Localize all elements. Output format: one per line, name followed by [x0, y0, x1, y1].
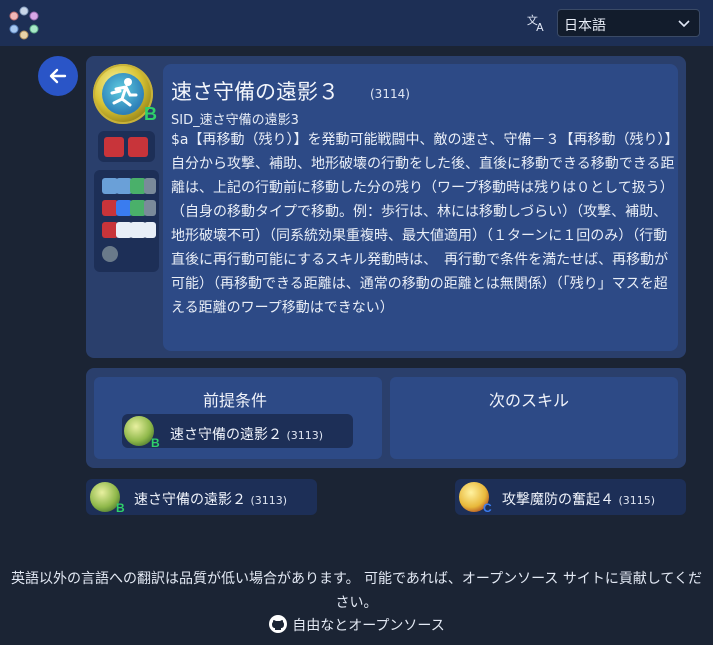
orbs-logo-icon[interactable]	[6, 5, 42, 41]
open-source-link[interactable]: 自由なとオープンソース	[0, 614, 713, 635]
running-figure-icon	[110, 78, 138, 107]
slot-badge: B	[151, 436, 160, 450]
bow-icon	[144, 200, 156, 216]
skill-link-id: (3113)	[250, 494, 288, 507]
translation-note: 英語以外の言語への翻訳は品質が低い場合があります。 可能であれば、オープンソース…	[11, 571, 702, 611]
skill-sid: SID_速さ守備の遠影3	[171, 113, 299, 128]
next-skill-link[interactable]: C 攻撃魔防の奮起４ (3115)	[455, 479, 686, 515]
skill-link-label: 速さ守備の遠影２ (3113)	[170, 427, 324, 443]
skill-description: $a【再移動（残り）】を発動可能戦闘中、敵の速さ、守備－３【再移動（残り）】自分…	[171, 132, 675, 316]
skill-link-label: 攻撃魔防の奮起４ (3115)	[502, 492, 656, 508]
next-skills-title: 次のスキル	[489, 391, 570, 410]
language-select[interactable]: 日本語	[557, 9, 700, 37]
translate-icon: 文A	[525, 11, 549, 35]
prerequisites-title: 前提条件	[203, 391, 268, 410]
skill-link-label: 速さ守備の遠影２ (3113)	[134, 492, 288, 508]
skill-title: 速さ守備の遠影３	[171, 80, 339, 104]
skill-link-id: (3113)	[286, 429, 324, 442]
arrow-left-icon	[49, 68, 67, 84]
sword-type-icon	[104, 137, 124, 157]
back-button[interactable]	[38, 56, 78, 96]
top-bar: 文A 日本語	[0, 0, 713, 46]
move-type-box	[94, 170, 159, 272]
weapon-type-box	[98, 131, 155, 162]
prev-skill-link[interactable]: B 速さ守備の遠影２ (3113)	[86, 479, 317, 515]
skill-id: (3114)	[370, 87, 410, 101]
tome-type-icon	[128, 137, 148, 157]
axe-icon	[144, 222, 156, 238]
github-icon	[269, 615, 288, 633]
open-source-label: 自由なとオープンソース	[292, 618, 445, 634]
svg-text:A: A	[536, 21, 544, 33]
skill-link-id: (3115)	[618, 494, 656, 507]
prereq-skill-link[interactable]: B 速さ守備の遠影２ (3113)	[122, 414, 353, 450]
slot-badge: B	[144, 104, 157, 124]
language-value: 日本語	[564, 18, 606, 34]
flier-icon	[144, 178, 156, 194]
skill-icon	[124, 416, 154, 446]
sacred-seal-icon	[102, 246, 118, 262]
chevron-down-icon	[678, 20, 690, 28]
slot-badge: C	[483, 501, 492, 515]
slot-badge: B	[116, 501, 125, 515]
